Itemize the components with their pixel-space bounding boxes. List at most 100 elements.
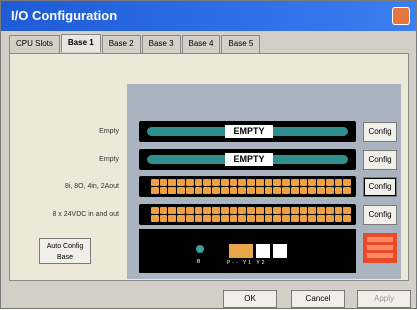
- io-terminal-dot: [151, 215, 159, 222]
- io-terminal-dot: [151, 179, 159, 186]
- config-button-slot-3[interactable]: Config: [363, 177, 397, 197]
- connector-bar: [367, 237, 393, 242]
- slot-1[interactable]: EMPTY: [139, 121, 356, 142]
- io-terminal-dot: [220, 187, 229, 194]
- config-button-slot-2[interactable]: Config: [363, 150, 397, 170]
- io-terminal-dot: [229, 179, 238, 186]
- slot-4[interactable]: [139, 204, 356, 225]
- io-terminal-dot: [273, 207, 282, 214]
- io-terminal-dot: [317, 187, 325, 194]
- io-terminal-dot: [220, 207, 229, 214]
- io-terminal-dot: [212, 187, 220, 194]
- ok-button[interactable]: OK: [223, 290, 277, 308]
- io-terminal-dot: [238, 207, 247, 214]
- close-button[interactable]: [392, 7, 410, 25]
- tab-base-5[interactable]: Base 5: [221, 35, 261, 53]
- io-terminal-dot: [177, 179, 185, 186]
- io-terminal-grid: [151, 207, 351, 222]
- window-title: I/O Configuration: [11, 8, 118, 23]
- io-terminal-dot: [168, 179, 177, 186]
- io-terminal-dot: [343, 187, 351, 194]
- io-terminal-dot: [308, 207, 317, 214]
- io-terminal-dot: [290, 179, 299, 186]
- io-terminal-dot: [159, 179, 168, 186]
- io-terminal-dot: [255, 187, 264, 194]
- io-terminal-dot: [194, 187, 203, 194]
- io-terminal-dot: [185, 187, 194, 194]
- io-terminal-dot: [212, 215, 220, 222]
- cancel-button[interactable]: Cancel: [291, 290, 345, 308]
- io-terminal-dot: [247, 215, 255, 222]
- dialog-button-bar: OK Cancel Apply: [1, 281, 417, 310]
- io-terminal-dot: [317, 179, 325, 186]
- io-terminal-dot: [282, 215, 290, 222]
- io-terminal-dot: [203, 215, 212, 222]
- io-terminal-dot: [212, 179, 220, 186]
- io-terminal-dot: [282, 179, 290, 186]
- power-supply-module[interactable]: B P-- Y1 Y2: [139, 229, 356, 273]
- led-label: B: [197, 259, 201, 265]
- tab-base-3[interactable]: Base 3: [141, 35, 181, 53]
- io-terminal-dot: [212, 207, 220, 214]
- io-terminal-dot: [343, 215, 351, 222]
- slot-3[interactable]: [139, 176, 356, 197]
- io-terminal-dot: [255, 207, 264, 214]
- io-terminal-dot: [282, 207, 290, 214]
- io-terminal-dot: [299, 187, 308, 194]
- empty-text: EMPTY: [225, 153, 273, 166]
- io-terminal-dot: [343, 207, 351, 214]
- io-terminal-dot: [343, 179, 351, 186]
- io-terminal-dot: [308, 215, 317, 222]
- io-terminal-dot: [299, 179, 308, 186]
- status-led-icon: [196, 245, 204, 253]
- io-terminal-dot: [299, 207, 308, 214]
- tab-base-4[interactable]: Base 4: [181, 35, 221, 53]
- io-terminal-dot: [185, 179, 194, 186]
- io-terminal-dot: [220, 179, 229, 186]
- io-terminal-dot: [273, 215, 282, 222]
- io-terminal-dot: [203, 207, 212, 214]
- io-terminal-dot: [299, 215, 308, 222]
- io-terminal-dot: [229, 215, 238, 222]
- io-terminal-dot: [290, 207, 299, 214]
- io-terminal-dot: [334, 207, 343, 214]
- auto-config-base-button[interactable]: Auto Config Base: [39, 238, 91, 264]
- io-terminal-dot: [264, 215, 273, 222]
- io-terminal-dot: [177, 207, 185, 214]
- tab-base-1[interactable]: Base 1: [60, 34, 101, 52]
- connector-bar: [367, 245, 393, 250]
- io-terminal-dot: [334, 215, 343, 222]
- tab-base-2[interactable]: Base 2: [101, 35, 141, 53]
- io-terminal-dot: [290, 187, 299, 194]
- io-terminal-dot: [325, 187, 334, 194]
- io-terminal-dot: [194, 179, 203, 186]
- io-terminal-dot: [238, 179, 247, 186]
- io-terminal-dot: [168, 215, 177, 222]
- apply-button[interactable]: Apply: [357, 290, 411, 308]
- io-terminal-dot: [203, 179, 212, 186]
- io-terminal-dot: [255, 179, 264, 186]
- config-button-slot-4[interactable]: Config: [363, 205, 397, 225]
- io-terminal-dot: [159, 215, 168, 222]
- io-terminal-dot: [325, 215, 334, 222]
- io-terminal-grid: [151, 179, 351, 194]
- slot-4-label: 8 x 24VDC in and out: [52, 211, 119, 218]
- switch-white-2: [273, 244, 287, 258]
- io-terminal-dot: [325, 179, 334, 186]
- tab-cpu-slots[interactable]: CPU Slots: [9, 35, 60, 53]
- io-terminal-dot: [220, 215, 229, 222]
- slot-1-label: Empty: [99, 128, 119, 135]
- io-terminal-dot: [177, 215, 185, 222]
- config-button-slot-1[interactable]: Config: [363, 122, 397, 142]
- io-terminal-dot: [203, 187, 212, 194]
- switch-white-1: [256, 244, 270, 258]
- io-terminal-dot: [168, 207, 177, 214]
- io-terminal-dot: [159, 187, 168, 194]
- io-terminal-dot: [247, 179, 255, 186]
- slot-2[interactable]: EMPTY: [139, 149, 356, 170]
- io-terminal-dot: [290, 215, 299, 222]
- io-terminal-dot: [282, 187, 290, 194]
- slot-3-label: 8i, 8O, 4in, 2Aout: [64, 183, 119, 190]
- connector-block-icon: [363, 233, 397, 263]
- slot-2-label: Empty: [99, 156, 119, 163]
